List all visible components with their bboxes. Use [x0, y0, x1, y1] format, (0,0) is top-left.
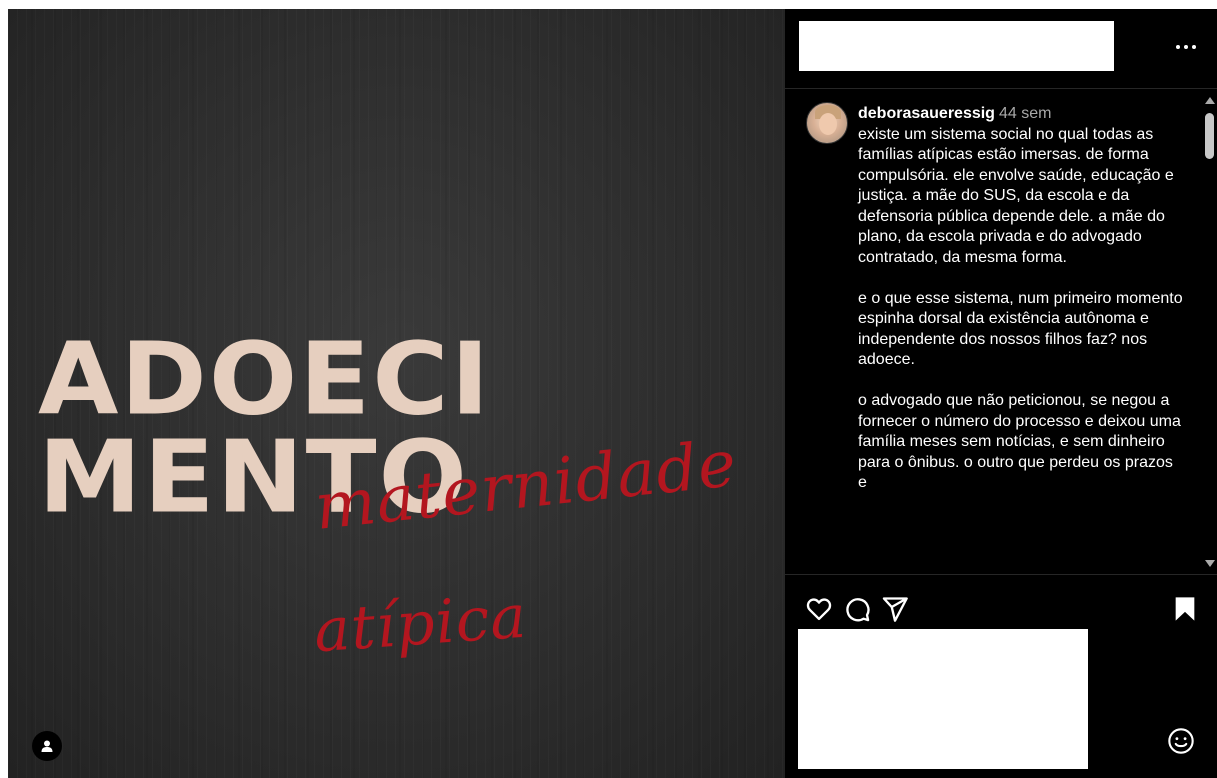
tagged-user-icon[interactable]	[32, 731, 62, 761]
author-username[interactable]: deborasaueressig	[858, 105, 995, 122]
more-horizontal-icon	[1192, 45, 1196, 49]
header-redacted-block	[799, 21, 1114, 71]
action-bar	[785, 591, 1217, 627]
bookmark-icon	[1175, 597, 1195, 621]
post-image: ADOECI MENTO maternidade atípica	[8, 9, 785, 778]
caption: deborasaueressig 44 sem existe um sistema…	[858, 104, 1183, 514]
actions-divider	[785, 574, 1217, 575]
more-horizontal-icon	[1184, 45, 1188, 49]
scroll-down-arrow-icon[interactable]	[1205, 560, 1215, 567]
smiley-icon	[1168, 728, 1194, 754]
comment-bubble-icon	[846, 598, 870, 622]
comments-area[interactable]: deborasaueressig 44 sem existe um sistema…	[785, 89, 1203, 574]
script-word-atipica: atípica	[311, 581, 530, 667]
scrollbar-thumb[interactable]	[1205, 113, 1214, 159]
post-modal: ADOECI MENTO maternidade atípica deboras…	[8, 9, 1217, 778]
more-options-button[interactable]	[1171, 35, 1201, 59]
caption-paragraph: e o que esse sistema, num primeiro momen…	[858, 289, 1183, 369]
caption-paragraph: o advogado que não peticionou, se negou …	[858, 392, 1181, 491]
emoji-button[interactable]	[1167, 727, 1195, 755]
user-icon	[41, 740, 53, 752]
heart-icon	[806, 598, 832, 621]
avatar[interactable]	[806, 102, 848, 144]
comments-scrollbar[interactable]	[1202, 91, 1217, 573]
caption-paragraph: existe um sistema social no qual todas a…	[858, 125, 1174, 266]
post-time[interactable]: 44 sem	[999, 105, 1051, 122]
side-panel: deborasaueressig 44 sem existe um sistema…	[785, 9, 1217, 778]
comment-button[interactable]	[843, 595, 873, 625]
bottom-redacted-block	[798, 629, 1088, 769]
headline-line-1: ADOECI	[38, 320, 492, 438]
scroll-up-arrow-icon[interactable]	[1205, 97, 1215, 104]
more-horizontal-icon	[1176, 45, 1180, 49]
paper-plane-icon	[882, 597, 908, 622]
save-button[interactable]	[1171, 595, 1201, 625]
like-button[interactable]	[805, 595, 835, 625]
share-button[interactable]	[881, 595, 911, 625]
